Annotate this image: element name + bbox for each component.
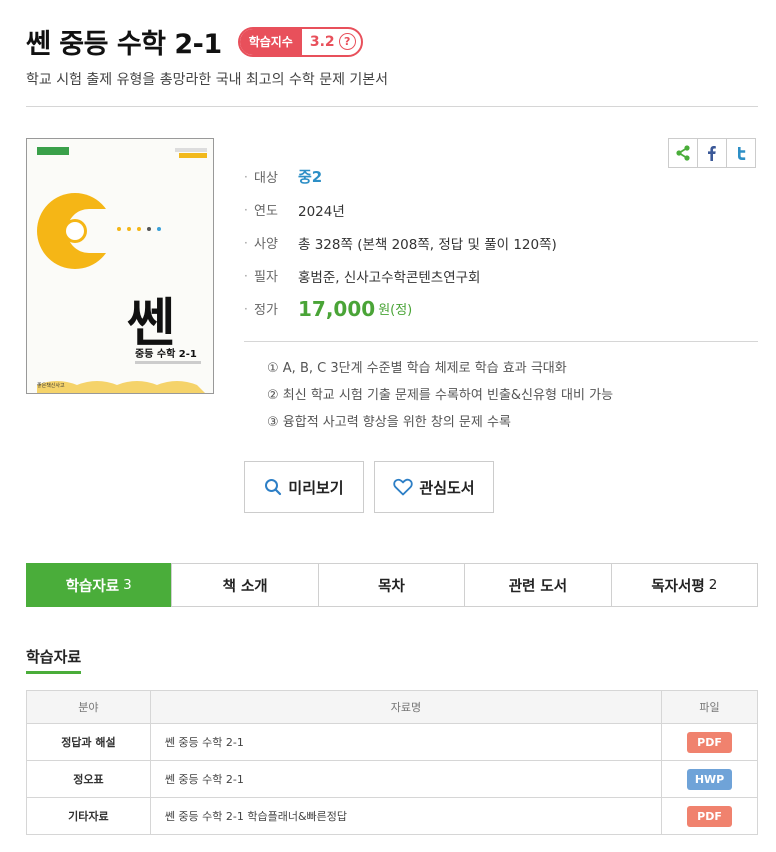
materials-section-title: 학습자료 — [26, 646, 82, 674]
price-value: 17,000 — [298, 296, 376, 321]
tab-label: 목차 — [378, 578, 405, 595]
cover-brand: 쎈 — [127, 294, 175, 354]
preview-label: 미리보기 — [288, 478, 344, 497]
table-row: 기타자료 쎈 중등 수학 2-1 학습플래너&빠른정답 PDF — [26, 797, 758, 835]
spec-label: 사양 — [254, 237, 278, 252]
spec-label: 대상 — [254, 171, 278, 186]
book-title: 쎈 중등 수학 2-1 — [26, 29, 222, 60]
share-button[interactable] — [668, 138, 698, 168]
pdf-download-button[interactable]: PDF — [687, 731, 733, 753]
spec-row-year: · 연도 2024년 — [244, 193, 557, 226]
bullet: · — [244, 169, 248, 184]
column-header-category: 분야 — [26, 690, 151, 724]
heart-icon — [393, 478, 414, 496]
spec-value-pages: 총 328쪽 (본책 208쪽, 정답 및 풀이 120쪽) — [298, 236, 557, 253]
search-icon — [265, 479, 282, 496]
row-name: 쎈 중등 수학 2-1 — [149, 723, 663, 761]
materials-table: 분야 자료명 파일 정답과 해설 쎈 중등 수학 2-1 PDF 정오표 쎈 중… — [26, 690, 758, 835]
book-subtitle: 학교 시험 출제 유형을 총망라한 국내 최고의 수학 문제 기본서 — [26, 72, 389, 88]
price-unit: 원(정) — [378, 303, 413, 318]
spec-row-author: · 필자 홍범준, 신사고수학콘텐츠연구회 — [244, 259, 557, 292]
table-header-row: 분야 자료명 파일 — [26, 690, 758, 724]
feature-item: ② 최신 학교 시험 기출 문제를 수록하여 빈출&신유형 대비 가능 — [267, 388, 614, 403]
tab-label: 학습자료 — [65, 578, 120, 595]
row-name: 쎈 중등 수학 2-1 — [149, 760, 663, 798]
cover-logo-bar — [37, 147, 69, 155]
cover-note-top — [175, 148, 207, 152]
tab-contents[interactable]: 목차 — [317, 564, 464, 606]
feature-item: ① A, B, C 3단계 수준별 학습 체제로 학습 효과 극대화 — [267, 361, 567, 376]
book-specs: · 대상 중2 · 연도 2024년 · 사양 총 328쪽 (본책 208쪽,… — [244, 160, 557, 325]
feature-list: ① A, B, C 3단계 수준별 학습 체제로 학습 효과 극대화 ② 최신 … — [267, 357, 613, 438]
row-name: 쎈 중등 수학 2-1 학습플래너&빠른정답 — [149, 797, 663, 835]
tab-count: 3 — [123, 577, 132, 593]
spec-row-pages: · 사양 총 328쪽 (본책 208쪽, 정답 및 풀이 120쪽) — [244, 226, 557, 259]
wishlist-label: 관심도서 — [419, 478, 475, 497]
feature-item: ③ 융합적 사고력 향상을 위한 창의 문제 수록 — [267, 415, 511, 430]
facebook-button[interactable] — [697, 138, 727, 168]
spec-label: 연도 — [254, 204, 278, 219]
book-cover: 쎈 중등 수학 2-1 좋은책신사고 — [26, 138, 214, 394]
hwp-download-button[interactable]: HWP — [687, 768, 733, 790]
tab-introduction[interactable]: 책 소개 — [171, 564, 317, 606]
cover-c-cut — [89, 209, 129, 253]
tab-label: 관련 도서 — [508, 578, 568, 595]
row-category: 기타자료 — [26, 797, 151, 835]
twitter-icon — [738, 147, 746, 160]
title-row: 쎈 중등 수학 2-1 학습지수 3.2 ? — [26, 22, 363, 61]
facebook-icon — [708, 146, 716, 161]
tab-label: 책 소개 — [222, 578, 268, 595]
spec-row-price: · 정가 17,000 원(정) — [244, 292, 557, 325]
learning-index-value: 3.2 — [309, 33, 335, 50]
bullet: · — [244, 202, 248, 217]
pdf-download-button[interactable]: PDF — [687, 805, 733, 827]
tab-materials[interactable]: 학습자료 3 — [26, 563, 172, 607]
cover-logo: 좋은책신사고 — [37, 382, 65, 389]
help-icon[interactable]: ? — [338, 33, 356, 50]
row-category: 정답과 해설 — [26, 723, 151, 761]
divider — [26, 106, 758, 107]
spec-row-grade: · 대상 중2 — [244, 160, 557, 193]
tab-label: 독자서평 — [651, 578, 705, 595]
cover-subline — [135, 361, 201, 364]
table-row: 정오표 쎈 중등 수학 2-1 HWP — [26, 760, 758, 798]
cover-c-dot — [66, 222, 84, 240]
row-category: 정오표 — [26, 760, 151, 798]
bullet: · — [244, 268, 248, 283]
cover-note-yellow — [179, 153, 207, 158]
divider — [244, 341, 758, 342]
detail-tabs: 학습자료 3 책 소개 목차 관련 도서 독자서평 2 — [26, 563, 758, 607]
spec-label: 필자 — [254, 270, 278, 285]
bullet: · — [244, 301, 248, 316]
cover-book-title: 중등 수학 2-1 — [135, 347, 197, 360]
cover-art: 쎈 중등 수학 2-1 좋은책신사고 — [37, 147, 207, 393]
spec-value-year: 2024년 — [298, 203, 345, 220]
tab-count: 2 — [708, 577, 718, 593]
learning-index-label: 학습지수 — [239, 28, 302, 55]
action-buttons: 미리보기 관심도서 — [244, 461, 494, 513]
tab-reviews[interactable]: 독자서평 2 — [610, 564, 757, 606]
bullet: · — [244, 235, 248, 250]
table-row: 정답과 해설 쎈 중등 수학 2-1 PDF — [26, 723, 758, 761]
wishlist-button[interactable]: 관심도서 — [374, 461, 494, 513]
preview-button[interactable]: 미리보기 — [244, 461, 364, 513]
share-icon — [676, 145, 690, 161]
share-group — [668, 138, 756, 168]
learning-index-badge: 학습지수 3.2 ? — [237, 26, 363, 57]
column-header-file: 파일 — [661, 690, 758, 724]
spec-label: 정가 — [254, 303, 278, 318]
column-header-name: 자료명 — [149, 690, 663, 724]
spec-value-author: 홍범준, 신사고수학콘텐츠연구회 — [298, 269, 481, 286]
spec-value-grade: 중2 — [298, 168, 323, 186]
tab-related-books[interactable]: 관련 도서 — [464, 564, 610, 606]
twitter-button[interactable] — [726, 138, 756, 168]
